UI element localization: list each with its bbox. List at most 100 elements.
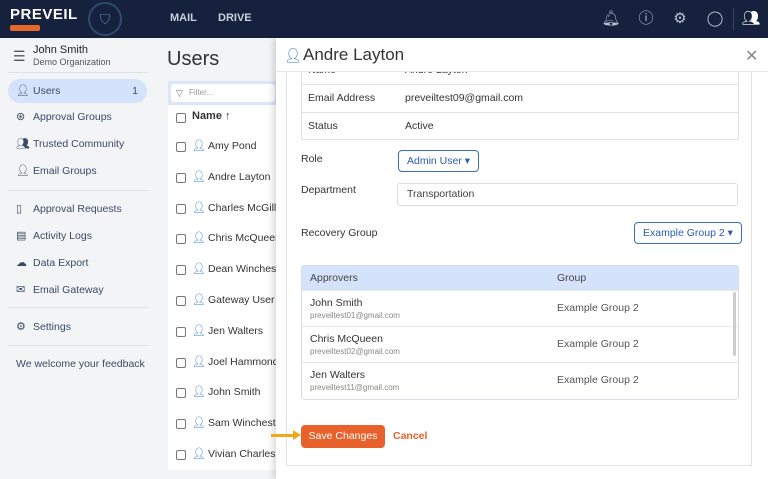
user-icon: 👤︎ <box>192 170 206 183</box>
filter-icon: ▽ <box>176 88 183 98</box>
sidebar-item-label: Users <box>33 85 61 97</box>
approver-row: Chris McQueen preveiltest02@gmail.com Exam… <box>302 326 738 362</box>
recovery-group-dropdown[interactable]: Example Group 2 ▾ <box>634 222 742 244</box>
brand-text: PREVEIL <box>10 6 78 23</box>
nav-drive[interactable]: DRIVE <box>218 12 252 24</box>
row-checkbox[interactable] <box>176 234 186 245</box>
user-name: Sam Winchester <box>208 417 276 430</box>
user-name: Chris McQueen <box>208 232 276 245</box>
user-row[interactable]: 👤︎Dean Winchester <box>176 262 276 278</box>
user-icon: 👤︎ <box>284 47 302 63</box>
log-icon: ▤ <box>16 230 27 242</box>
scrollbar[interactable] <box>733 292 736 356</box>
user-name: John Smith <box>33 44 89 56</box>
bell-icon[interactable]: 🔔︎ <box>601 9 621 29</box>
name-column-header[interactable]: Name ↑ <box>192 110 231 122</box>
sidebar-item-label: Email Groups <box>33 165 97 177</box>
sidebar-item-approval-groups[interactable]: ⊛ Approval Groups <box>8 105 147 129</box>
clipboard-icon: ▯ <box>16 203 23 215</box>
approver-name: Jen Walters <box>310 369 366 381</box>
sidebar-item-activity-logs[interactable]: ▤ Activity Logs <box>8 224 147 248</box>
row-checkbox[interactable] <box>176 296 186 306</box>
user-row[interactable]: 👤︎ Jen Walters <box>176 324 276 340</box>
user-icon: 👤︎ <box>192 294 206 306</box>
user-icon: 👤︎ <box>192 386 206 399</box>
user-plus-icon: 👤︎ <box>16 165 30 177</box>
sidebar-item-label: Approval Requests <box>33 203 122 215</box>
user-row[interactable]: 👤︎ Chris McQueen <box>176 231 276 247</box>
user-row[interactable]: 👤︎ Joel Hammond <box>176 355 276 371</box>
sidebar-item-label: Email Gateway <box>33 284 104 296</box>
user-icon: 👤︎ <box>192 140 206 152</box>
select-all-checkbox[interactable] <box>176 113 186 123</box>
save-changes-button[interactable]: Save Changes <box>301 425 385 448</box>
info-row-email: Email Address preveiltest09@gmail.com <box>302 84 738 112</box>
info-key: Email Address <box>308 92 376 104</box>
sidebar-item-email-groups[interactable]: 👤︎ Email Groups <box>8 159 147 183</box>
group-icon: ⊛ <box>16 111 26 123</box>
info-value: preveiltest09@gmail.com <box>405 92 524 104</box>
user-row[interactable]: 👤︎ John Smith <box>176 385 276 401</box>
sidebar-item-email-gateway[interactable]: ✉ Email Gateway <box>8 278 147 302</box>
mail-icon: ✉ <box>16 284 26 296</box>
close-icon[interactable]: ✕ <box>745 46 758 66</box>
row-checkbox[interactable] <box>176 450 186 460</box>
sidebar-item-users[interactable]: 👤︎ Users 1 <box>8 79 147 103</box>
sidebar-item-label: Settings <box>33 321 71 333</box>
user-name: Jen Walters <box>208 324 264 337</box>
user-row[interactable]: 👤︎ Charles McGill <box>176 201 276 217</box>
feedback-link[interactable]: We welcome your feedback <box>16 358 145 370</box>
pointer-arrowhead <box>293 430 301 440</box>
profile-icon[interactable]: ◯ <box>705 9 725 29</box>
user-row[interactable]: 👤︎ Amy Pond <box>176 139 276 155</box>
brand-logo[interactable]: PREVEIL <box>10 6 78 31</box>
role-dropdown[interactable]: Admin User ▾ <box>398 150 480 172</box>
sidebar-item-approval-requests[interactable]: ▯ Approval Requests <box>8 197 147 221</box>
approver-group: Example Group 2 <box>557 374 639 386</box>
approver-group: Example Group 2 <box>557 338 639 350</box>
approver-group: Example Group 2 <box>557 302 639 314</box>
user-name: Charles McGill <box>208 201 276 214</box>
column-header: Approvers <box>310 272 358 284</box>
row-checkbox[interactable] <box>176 265 186 276</box>
info-row-name: Name Andre Layton <box>302 72 738 84</box>
user-row[interactable]: 👤︎ Andre Layton <box>176 170 276 186</box>
role-label: Role <box>301 153 323 165</box>
sidebar-item-trusted-community[interactable]: 👥︎ Trusted Community <box>8 132 147 156</box>
approver-name: Chris McQueen <box>310 333 383 345</box>
user-row[interactable]: 👤︎ Vivian Charles <box>176 447 276 463</box>
divider <box>8 72 148 73</box>
row-checkbox[interactable] <box>176 388 186 399</box>
row-checkbox[interactable] <box>176 419 186 430</box>
row-checkbox[interactable] <box>176 326 186 337</box>
menu-icon[interactable]: ☰ <box>13 48 26 65</box>
filter-input[interactable]: ▽ Filter... <box>171 84 275 102</box>
cloud-icon: ☁ <box>16 257 27 269</box>
sidebar-item-data-export[interactable]: ☁ Data Export <box>8 251 147 275</box>
info-value: Andre Layton <box>405 72 467 84</box>
user-row[interactable]: 👤︎Sam Winchester <box>176 416 276 432</box>
info-key: Name <box>308 72 336 84</box>
user-icon: 👤︎ <box>192 448 206 460</box>
user-icon: 👤︎ <box>192 355 206 368</box>
column-header: Group <box>557 272 587 284</box>
sidebar-item-label: Data Export <box>33 257 89 269</box>
user-icon: 👤︎ <box>192 417 206 430</box>
recovery-group-label: Recovery Group <box>301 227 378 239</box>
users-icon[interactable]: 👥︎ <box>741 9 761 29</box>
approvers-table: Approvers Group John Smith preveiltest01@g… <box>301 265 739 400</box>
gear-icon[interactable]: ⚙ <box>670 9 690 29</box>
row-checkbox[interactable] <box>176 172 186 183</box>
row-checkbox[interactable] <box>176 203 186 214</box>
row-checkbox[interactable] <box>176 142 186 152</box>
user-row[interactable]: 👤︎ Gateway User <box>176 293 276 309</box>
approver-row: John Smith preveiltest01@gmail.com Example… <box>302 290 738 326</box>
user-icon: 👤︎ <box>192 232 206 245</box>
help-icon[interactable]: ⓘ <box>636 9 656 29</box>
department-input[interactable]: Transportation <box>397 183 738 206</box>
nav-mail[interactable]: MAIL <box>170 12 197 24</box>
info-value: Active <box>405 120 434 132</box>
row-checkbox[interactable] <box>176 357 186 368</box>
sidebar-item-settings[interactable]: ⚙ Settings <box>8 315 147 339</box>
cancel-button[interactable]: Cancel <box>393 430 427 442</box>
